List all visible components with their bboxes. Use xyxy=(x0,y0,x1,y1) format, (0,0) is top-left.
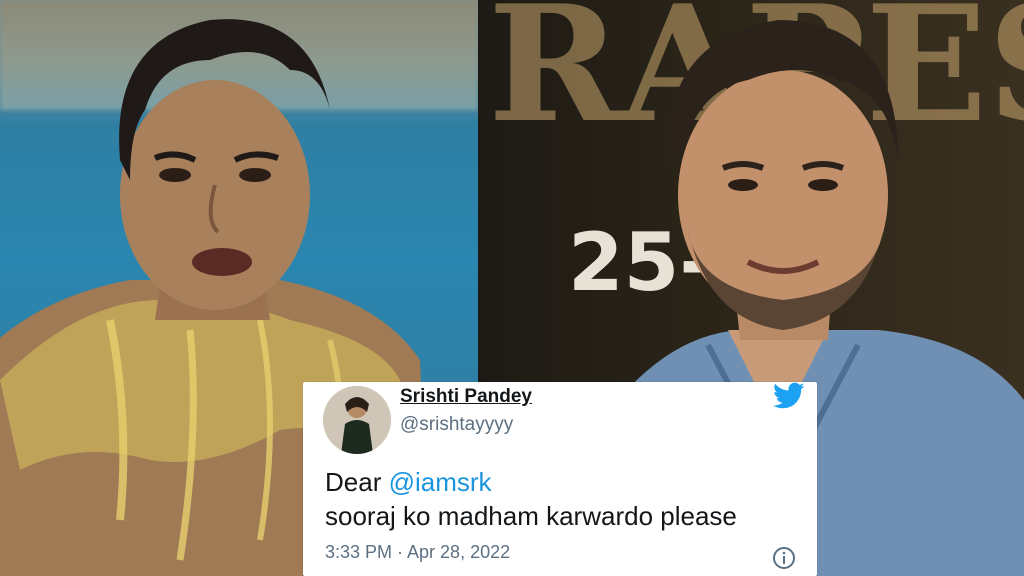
avatar-photo-icon xyxy=(323,386,391,454)
author-handle[interactable]: @srishtayyyy xyxy=(400,414,513,436)
mention-link[interactable]: @iamsrk xyxy=(389,467,492,497)
tweet-body: Dear @iamsrk sooraj ko madham karwardo p… xyxy=(325,465,737,533)
tweet-card[interactable]: Srishti Pandey @srishtayyyy Dear @iamsrk… xyxy=(303,382,817,576)
twitter-bird-icon xyxy=(773,382,805,409)
author-name[interactable]: Srishti Pandey xyxy=(400,386,532,408)
avatar[interactable] xyxy=(323,386,391,454)
tweet-greeting: Dear xyxy=(325,467,389,497)
tweet-line-2: sooraj ko madham karwardo please xyxy=(325,501,737,531)
info-icon[interactable] xyxy=(772,546,796,570)
meme-canvas: RAPES 25-1 xyxy=(0,0,1024,576)
tweet-line-1: Dear @iamsrk xyxy=(325,465,737,499)
tweet-timestamp[interactable]: 3:33 PM · Apr 28, 2022 xyxy=(325,542,510,563)
